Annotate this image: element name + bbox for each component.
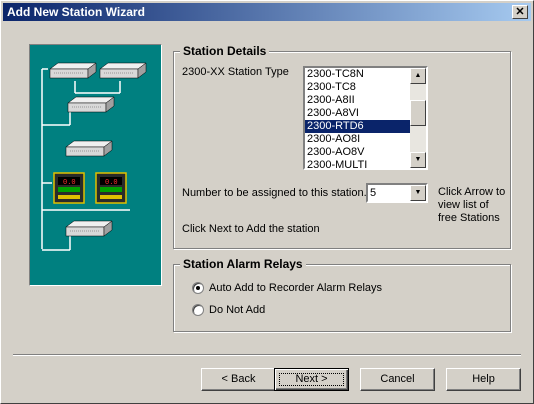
network-illustration: 0.0 0.0: [29, 44, 162, 286]
do-not-add-label[interactable]: Do Not Add: [209, 304, 265, 316]
close-button[interactable]: ✕: [512, 5, 528, 19]
station-details-legend: Station Details: [180, 44, 270, 58]
station-type-item[interactable]: 2300-TC8: [305, 81, 426, 94]
next-button[interactable]: Next >: [274, 368, 349, 391]
free-stations-hint: Click Arrow to view list of free Station…: [438, 186, 506, 224]
alarm-relays-legend: Station Alarm Relays: [180, 257, 306, 271]
station-number-value: 5: [370, 187, 377, 199]
station-type-item[interactable]: 2300-RTD6: [305, 120, 426, 133]
station-type-list: 2300-TC8N 2300-TC8 2300-A8II 2300-A8VI 2300-…: [305, 68, 426, 168]
auto-add-label[interactable]: Auto Add to Recorder Alarm Relays: [209, 282, 382, 294]
do-not-add-radio[interactable]: [192, 304, 204, 316]
next-button-label: Next >: [295, 373, 328, 385]
listbox-scrollbar[interactable]: ▲ ▼: [410, 68, 426, 168]
back-button-label: < Back: [221, 373, 256, 385]
station-number-label: Number to be assigned to this station.: [182, 187, 367, 199]
station-number-dropdown-button[interactable]: ▼: [410, 185, 426, 201]
help-button-label: Help: [472, 373, 495, 385]
cancel-button[interactable]: Cancel: [360, 368, 435, 391]
station-type-label: 2300-XX Station Type: [182, 66, 289, 78]
station-type-item[interactable]: 2300-A8VI: [305, 107, 426, 120]
title-bar: Add New Station Wizard ✕: [3, 3, 531, 21]
svg-text:0.0: 0.0: [63, 179, 76, 187]
scroll-up-icon: ▲: [414, 72, 422, 79]
station-type-item[interactable]: 2300-A8II: [305, 94, 426, 107]
cancel-button-label: Cancel: [380, 373, 415, 385]
close-icon: ✕: [515, 6, 525, 18]
network-diagram-icon: 0.0 0.0: [41, 62, 147, 251]
help-button[interactable]: Help: [446, 368, 521, 391]
station-type-item[interactable]: 2300-TC8N: [305, 68, 426, 81]
scroll-down-icon: ▼: [414, 156, 422, 163]
scroll-up-button[interactable]: ▲: [410, 68, 426, 84]
auto-add-radio[interactable]: [192, 282, 204, 294]
button-separator: [13, 354, 521, 356]
station-type-item[interactable]: 2300-AO8I: [305, 133, 426, 146]
scroll-down-button[interactable]: ▼: [410, 152, 426, 168]
next-hint: Click Next to Add the station: [182, 223, 320, 235]
alarm-relays-group: Station Alarm Relays: [173, 257, 511, 332]
station-type-item[interactable]: 2300-MULTI: [305, 159, 426, 168]
svg-text:0.0: 0.0: [105, 179, 118, 187]
window-title: Add New Station Wizard: [7, 5, 145, 19]
back-button[interactable]: < Back: [201, 368, 276, 391]
station-type-item[interactable]: 2300-AO8V: [305, 146, 426, 159]
chevron-down-icon: ▼: [414, 189, 422, 196]
scroll-thumb[interactable]: [410, 100, 426, 126]
station-type-listbox[interactable]: 2300-TC8N 2300-TC8 2300-A8II 2300-A8VI 2300-…: [303, 66, 428, 170]
station-number-combo[interactable]: 5 ▼: [366, 183, 428, 203]
